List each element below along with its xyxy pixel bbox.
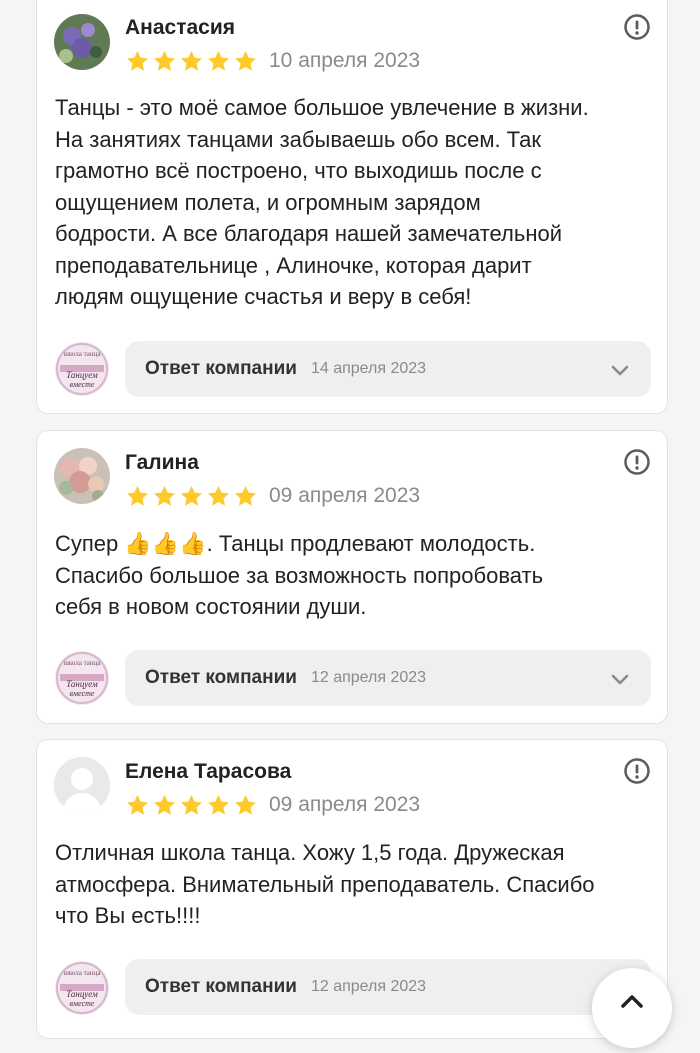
svg-text:вместе: вместе <box>70 689 95 698</box>
review-text-line: ощущением полета, и огромным зарядом <box>55 189 481 215</box>
thumbs-up-icon: 👍👍👍 <box>124 531 207 556</box>
star-icon <box>153 485 176 506</box>
review-text-line: Спасибо большое за возможность попробова… <box>55 562 544 588</box>
svg-text:вместе: вместе <box>70 999 95 1008</box>
reply-date: 12 апреля 2023 <box>310 978 427 995</box>
rating-stars <box>125 484 258 509</box>
avatar[interactable] <box>54 14 110 70</box>
rating-stars <box>125 49 258 74</box>
scroll-up-button[interactable] <box>592 968 672 1048</box>
chevron-down-icon <box>611 365 629 376</box>
report-icon[interactable] <box>624 758 650 784</box>
star-icon <box>207 794 230 815</box>
report-icon[interactable] <box>624 14 650 40</box>
star-icon <box>180 50 203 71</box>
reply-label: Ответ компании <box>145 667 297 688</box>
review-text-line: преподавательнице , Алиночке, которая да… <box>55 252 532 278</box>
company-logo: школа танца Танцуем вместе <box>55 342 109 396</box>
svg-text:вместе: вместе <box>70 380 95 389</box>
author-name[interactable]: Анастасия <box>125 16 235 40</box>
company-reply-toggle[interactable]: Ответ компании 12 апреля 2023 <box>125 959 651 1015</box>
company-logo-small-text: школа танца <box>63 350 101 358</box>
review-text-line: что Вы есть!!!! <box>55 903 201 928</box>
reply-date: 14 апреля 2023 <box>310 360 427 377</box>
report-icon[interactable] <box>624 449 650 475</box>
review-text-line: Супер 👍👍👍. Танцы продлевают молодость. <box>55 531 536 556</box>
company-logo-small-text: школа танца <box>63 969 101 977</box>
star-icon <box>207 50 230 71</box>
review-date: 09 апреля 2023 <box>269 484 421 507</box>
author-name[interactable]: Галина <box>125 451 199 475</box>
company-reply-toggle[interactable]: Ответ компании 14 апреля 2023 <box>125 341 651 397</box>
avatar[interactable] <box>54 757 110 813</box>
star-icon <box>234 794 257 815</box>
review-card: Галина 09 апреля 2023 Супер 👍👍👍. Танцы п… <box>36 430 668 724</box>
svg-text:Танцуем: Танцуем <box>66 679 98 689</box>
avatar[interactable] <box>54 448 110 504</box>
company-logo-small-text: школа танца <box>63 659 101 667</box>
company-reply-toggle[interactable]: Ответ компании 12 апреля 2023 <box>125 650 651 706</box>
review-text: Отличная школа танца. Хожу 1,5 года. Дру… <box>55 837 655 932</box>
review-text: Танцы - это моё самое большое увлечение … <box>55 92 655 313</box>
star-icon <box>126 485 149 506</box>
star-icon <box>180 485 203 506</box>
review-text-line: себя в новом состоянии души. <box>55 594 367 619</box>
reply-label: Ответ компании <box>145 976 297 997</box>
author-name[interactable]: Елена Тарасова <box>125 760 291 784</box>
review-text-line: атмосфера. Внимательный преподаватель. С… <box>55 871 595 897</box>
reply-label: Ответ компании <box>145 358 297 379</box>
review-date: 09 апреля 2023 <box>269 793 421 816</box>
svg-text:Танцуем: Танцуем <box>66 989 98 999</box>
star-icon <box>126 794 149 815</box>
star-icon <box>126 50 149 71</box>
review-text-line: грамотно всё построено, что выходишь пос… <box>55 158 542 183</box>
rating-stars <box>125 793 258 818</box>
review-card: Елена Тарасова 09 апреля 2023 Отличная ш… <box>36 739 668 1039</box>
star-icon <box>153 794 176 815</box>
chevron-down-icon <box>611 674 629 685</box>
star-icon <box>234 485 257 506</box>
reply-date: 12 апреля 2023 <box>310 669 427 686</box>
star-icon <box>153 50 176 71</box>
review-text-line: людям ощущение счастья и веру в себя! <box>55 284 472 309</box>
review-text-line: Танцы - это моё самое большое увлечение … <box>55 95 589 120</box>
review-text-line: На занятиях танцами забываешь обо всем. … <box>55 126 541 152</box>
review-text-line: бодрости. А все благодаря нашей замечате… <box>55 221 563 246</box>
star-icon <box>234 50 257 71</box>
review-date: 10 апреля 2023 <box>269 49 421 72</box>
company-logo: школа танца Танцуем вместе <box>55 961 109 1015</box>
review-card: Анастасия 10 апреля 2023 Танцы - это моё… <box>36 0 668 414</box>
review-text: Супер 👍👍👍. Танцы продлевают молодость. С… <box>55 528 655 623</box>
review-text-line: Отличная школа танца. Хожу 1,5 года. Дру… <box>55 840 565 865</box>
scroll-up-icon <box>621 995 643 1008</box>
star-icon <box>180 794 203 815</box>
star-icon <box>207 485 230 506</box>
company-logo: школа танца Танцуем вместе <box>55 651 109 705</box>
svg-text:Танцуем: Танцуем <box>66 370 98 380</box>
